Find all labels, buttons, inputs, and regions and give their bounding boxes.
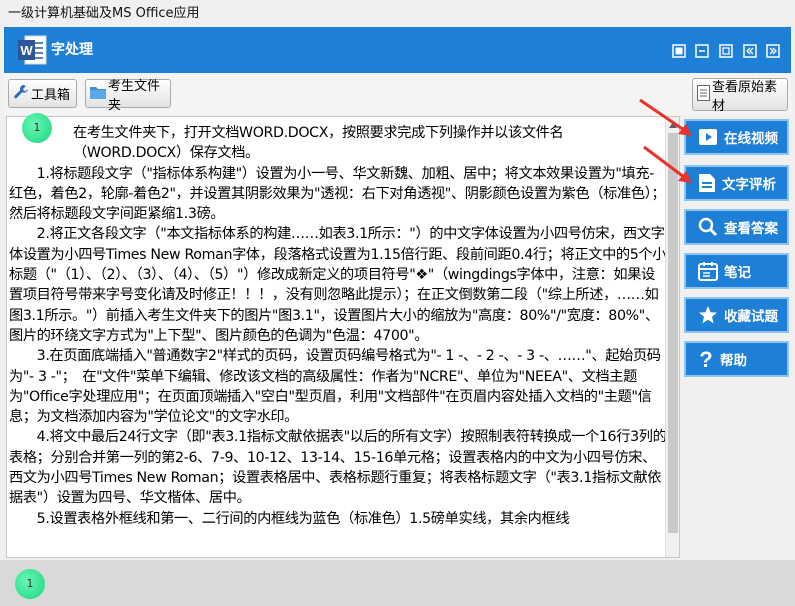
- arrow-annotation-icon: [639, 98, 692, 136]
- view-answer-label: 查看答案: [724, 221, 778, 237]
- favorite-question-label: 收藏试题: [724, 309, 778, 325]
- toolbox-button[interactable]: 工具箱: [8, 79, 77, 108]
- help-label: 帮助: [720, 353, 747, 369]
- view-answer-button[interactable]: 查看答案: [684, 209, 789, 245]
- question-icon: ?: [699, 348, 712, 370]
- task-3-paragraph: 3.在页面底端插入"普通数字2"样式的页码，设置页码编号格式为"- 1 -、- …: [9, 348, 661, 426]
- app-name: 字处理: [51, 42, 93, 58]
- candidate-folder-button[interactable]: 考生文件夹: [85, 79, 171, 113]
- online-video-button[interactable]: 在线视频: [684, 119, 789, 155]
- document-view-icon: [697, 84, 710, 105]
- logo-letter: W: [20, 43, 33, 58]
- task-5-paragraph: 5.设置表格外框线和第一、二行间的内框线为蓝色（标准色）1.5磅单实线，其余内框…: [9, 510, 570, 527]
- video-icon: [699, 129, 717, 145]
- intro-paragraph: 在考生文件夹下，打开文档WORD.DOCX，按照要求完成下列操作并以该文件名（W…: [73, 125, 564, 162]
- next-icon[interactable]: [766, 43, 780, 58]
- word-logo-icon: W: [17, 34, 48, 66]
- online-video-label: 在线视频: [724, 131, 778, 147]
- notes-label: 笔记: [724, 265, 751, 281]
- search-icon: [698, 217, 718, 237]
- svg-text:?: ?: [699, 348, 712, 370]
- task-4-paragraph: 4.将文中最后24行文字（即"表3.1指标文献依据表"以后的所有文字）按照制表符…: [9, 429, 667, 507]
- help-button[interactable]: ? 帮助: [684, 341, 789, 377]
- favorite-question-button[interactable]: 收藏试题: [684, 297, 789, 333]
- document-icon: [699, 174, 715, 192]
- candidate-folder-label: 考生文件夹: [108, 78, 161, 113]
- document-panel[interactable]: 在考生文件夹下，打开文档WORD.DOCX，按照要求完成下列操作并以该文件名（W…: [6, 116, 680, 558]
- scroll-thumb[interactable]: [668, 133, 678, 533]
- minimize-icon[interactable]: [695, 43, 709, 58]
- task-1-paragraph: 1.将标题段文字（"指标体系构建"）设置为小一号、华文新魏、加粗、居中；将文本效…: [9, 165, 666, 223]
- folder-icon: [90, 85, 106, 103]
- text-analysis-label: 文字评析: [722, 177, 776, 193]
- view-source-button[interactable]: 查看原始素材: [692, 78, 788, 114]
- text-analysis-button[interactable]: 文字评析: [684, 165, 789, 201]
- task-2-paragraph: 2.将正文各段文字（"本文指标体系的构建……如表3.1所示："）的中文字体设置为…: [9, 226, 667, 344]
- app-header: W 字处理: [4, 27, 791, 73]
- grid-icon[interactable]: [672, 43, 686, 58]
- arrow-annotation-icon: [643, 145, 692, 183]
- document-text: 在考生文件夹下，打开文档WORD.DOCX，按照要求完成下列操作并以该文件名（W…: [7, 123, 667, 529]
- bottom-bar: [0, 560, 795, 606]
- restore-icon[interactable]: [719, 43, 733, 58]
- view-source-label: 查看原始素材: [712, 79, 778, 114]
- star-icon: [699, 306, 717, 324]
- window-title: 一级计算机基础及MS Office应用: [0, 0, 795, 27]
- notes-button[interactable]: 笔记: [684, 253, 789, 289]
- prev-icon[interactable]: [743, 43, 757, 58]
- calendar-icon: [698, 262, 718, 281]
- wrench-icon: [13, 84, 29, 104]
- question-number-badge: 1: [15, 569, 45, 599]
- toolbox-label: 工具箱: [31, 88, 71, 103]
- question-number-badge: 1: [22, 113, 52, 143]
